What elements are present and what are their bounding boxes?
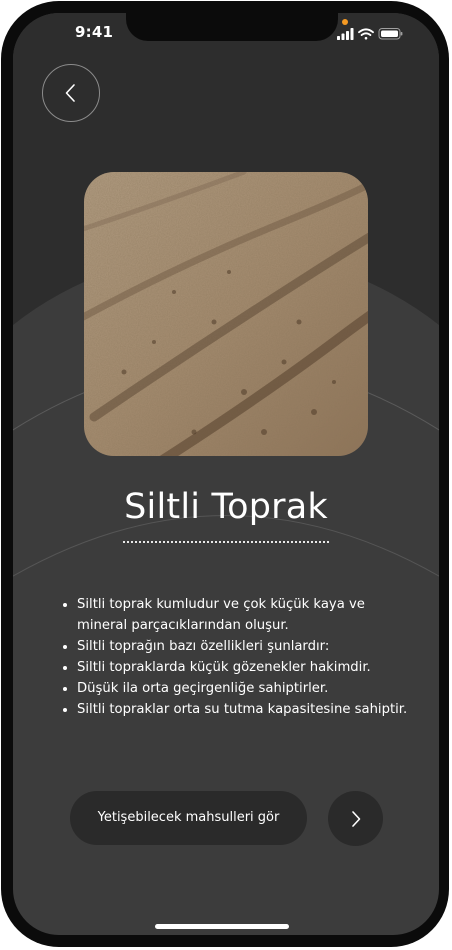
camera-notch [126,13,338,41]
title-dotted-underline [123,541,329,543]
list-item: Siltli topraklar orta su tutma kapasites… [77,699,417,720]
chevron-right-icon [352,811,361,827]
status-time: 9:41 [75,23,114,41]
list-item: Siltli toprağın bazı özellikleri şunlard… [77,636,417,657]
back-button[interactable] [42,64,100,122]
chevron-left-icon [65,84,75,102]
battery-icon [378,28,403,40]
soil-description-list: Siltli toprak kumludur ve çok küçük kaya… [61,594,417,720]
list-item: Siltli topraklarda küçük gözenekler haki… [77,657,417,678]
soil-title: Siltli Toprak [124,487,328,527]
phone-device: 9:41 Siltli Toprak • Siltli toprak kumlu… [0,0,452,950]
plowed-soil-photo [84,172,368,456]
next-button[interactable] [328,791,383,846]
wifi-icon [358,28,374,40]
view-crops-button[interactable]: Yetişebilecek mahsulleri gör [70,791,307,845]
cellular-signal-icon [337,28,354,40]
status-icons [337,28,403,40]
home-indicator[interactable] [155,924,289,929]
list-item: Düşük ila orta geçirgenliğe sahiptirler. [77,678,417,699]
app-screen: 9:41 Siltli Toprak • Siltli toprak kumlu… [13,13,439,935]
privacy-indicator-dot [342,19,348,25]
soil-image [84,172,368,456]
list-item: Siltli toprak kumludur ve çok küçük kaya… [77,594,417,636]
